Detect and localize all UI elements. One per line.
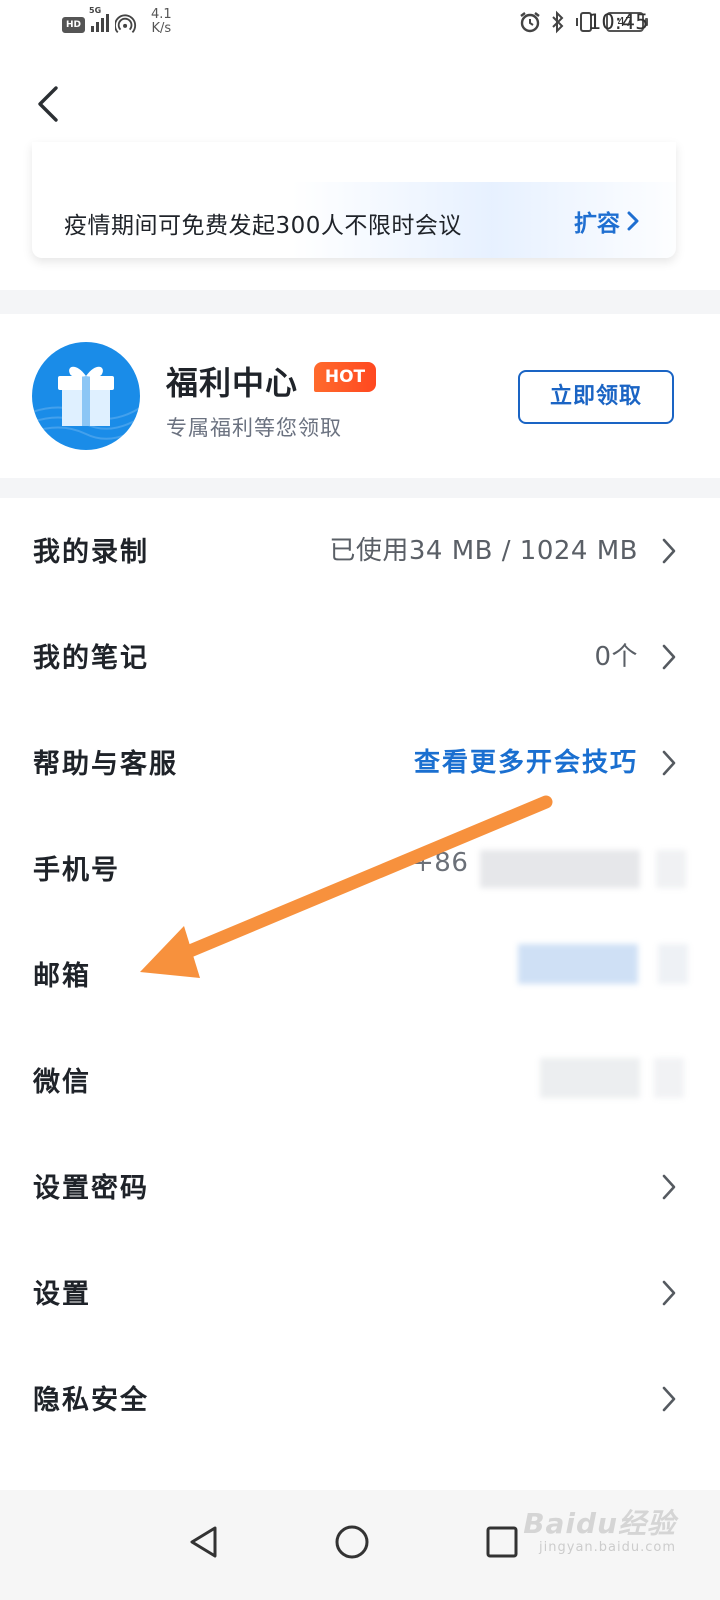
list-item-label: 帮助与客服 — [33, 749, 178, 780]
list-item-help[interactable]: 帮助与客服 查看更多开会技巧 — [0, 710, 720, 816]
alarm-icon — [520, 12, 540, 33]
baidu-watermark: Baidu经验 jingyan.baidu.com — [523, 1502, 676, 1555]
capacity-text: 疫情期间可免费发起300人不限时会议 — [64, 213, 462, 239]
list-item-privacy[interactable]: 隐私安全 — [0, 1346, 720, 1452]
list-item-label: 我的录制 — [33, 537, 149, 568]
list-item-label: 手机号 — [33, 855, 120, 886]
nav-back-button[interactable] — [174, 1512, 234, 1572]
gift-icon — [32, 342, 140, 450]
chevron-right-icon — [662, 1174, 676, 1200]
list-item-label: 设置 — [33, 1279, 91, 1310]
hotspot-icon — [115, 14, 137, 33]
chevron-right-icon — [627, 211, 639, 231]
storage-usage: 已使用34 MB / 1024 MB — [329, 536, 638, 566]
claim-now-button[interactable]: 立即领取 — [518, 370, 674, 424]
chevron-right-icon — [662, 750, 676, 776]
watermark-url: jingyan.baidu.com — [539, 1540, 676, 1555]
status-time: 10:45 — [588, 10, 649, 34]
welfare-subtitle: 专属福利等您领取 — [166, 416, 342, 440]
list-item-notes[interactable]: 我的笔记 0个 — [0, 604, 720, 710]
list-item-recordings[interactable]: 我的录制 已使用34 MB / 1024 MB — [0, 498, 720, 604]
section-divider — [0, 478, 720, 498]
email-redacted — [518, 944, 638, 984]
list-item-email[interactable]: 邮箱 — [0, 922, 720, 1028]
list-item-label: 我的笔记 — [33, 643, 149, 674]
list-item-label: 隐私安全 — [33, 1385, 149, 1416]
wechat-redacted — [654, 1058, 684, 1098]
cellular-signal-icon: 5G — [89, 6, 110, 32]
list-item-label: 邮箱 — [33, 961, 91, 992]
status-bar: HD 5G 4.1 K/s 47 10:45 — [0, 0, 720, 50]
hot-badge: HOT — [314, 362, 376, 392]
expand-capacity-link[interactable]: 扩容 — [574, 204, 640, 238]
chevron-right-icon — [662, 1280, 676, 1306]
chevron-right-icon — [662, 538, 676, 564]
welfare-center[interactable]: 福利中心 HOT 专属福利等您领取 立即领取 — [0, 314, 720, 478]
speed-value: 4.1 — [151, 7, 172, 22]
notes-count: 0个 — [594, 642, 638, 672]
chevron-right-icon — [662, 1386, 676, 1412]
phone-redacted — [480, 850, 640, 888]
section-divider — [0, 290, 720, 314]
status-left: HD 5G 4.1 K/s — [62, 6, 172, 36]
network-type-label: 5G — [89, 6, 102, 15]
bluetooth-icon — [552, 10, 564, 34]
list-item-wechat[interactable]: 微信 — [0, 1028, 720, 1134]
speed-unit: K/s — [151, 21, 172, 36]
watermark-logo: Baidu经验 — [523, 1507, 676, 1540]
list-item-phone[interactable]: 手机号 +86 — [0, 816, 720, 922]
back-button[interactable] — [28, 80, 72, 128]
expand-capacity-label: 扩容 — [574, 211, 620, 237]
capacity-card: 疫情期间可免费发起300人不限时会议 扩容 — [32, 142, 676, 258]
list-item-settings[interactable]: 设置 — [0, 1240, 720, 1346]
list-item-label: 设置密码 — [33, 1173, 149, 1204]
list-item-label: 微信 — [33, 1067, 91, 1098]
chevron-right-icon — [662, 644, 676, 670]
list-item-set-password[interactable]: 设置密码 — [0, 1134, 720, 1240]
nav-home-button[interactable] — [322, 1512, 382, 1572]
wechat-redacted — [540, 1058, 640, 1098]
email-redacted — [658, 944, 688, 984]
help-tips-link[interactable]: 查看更多开会技巧 — [414, 742, 638, 779]
network-speed: 4.1 K/s — [151, 8, 172, 36]
phone-country-code: +86 — [412, 848, 469, 878]
hd-indicator: HD — [62, 17, 86, 33]
welfare-title: 福利中心 — [166, 364, 299, 402]
phone-redacted — [656, 850, 686, 888]
